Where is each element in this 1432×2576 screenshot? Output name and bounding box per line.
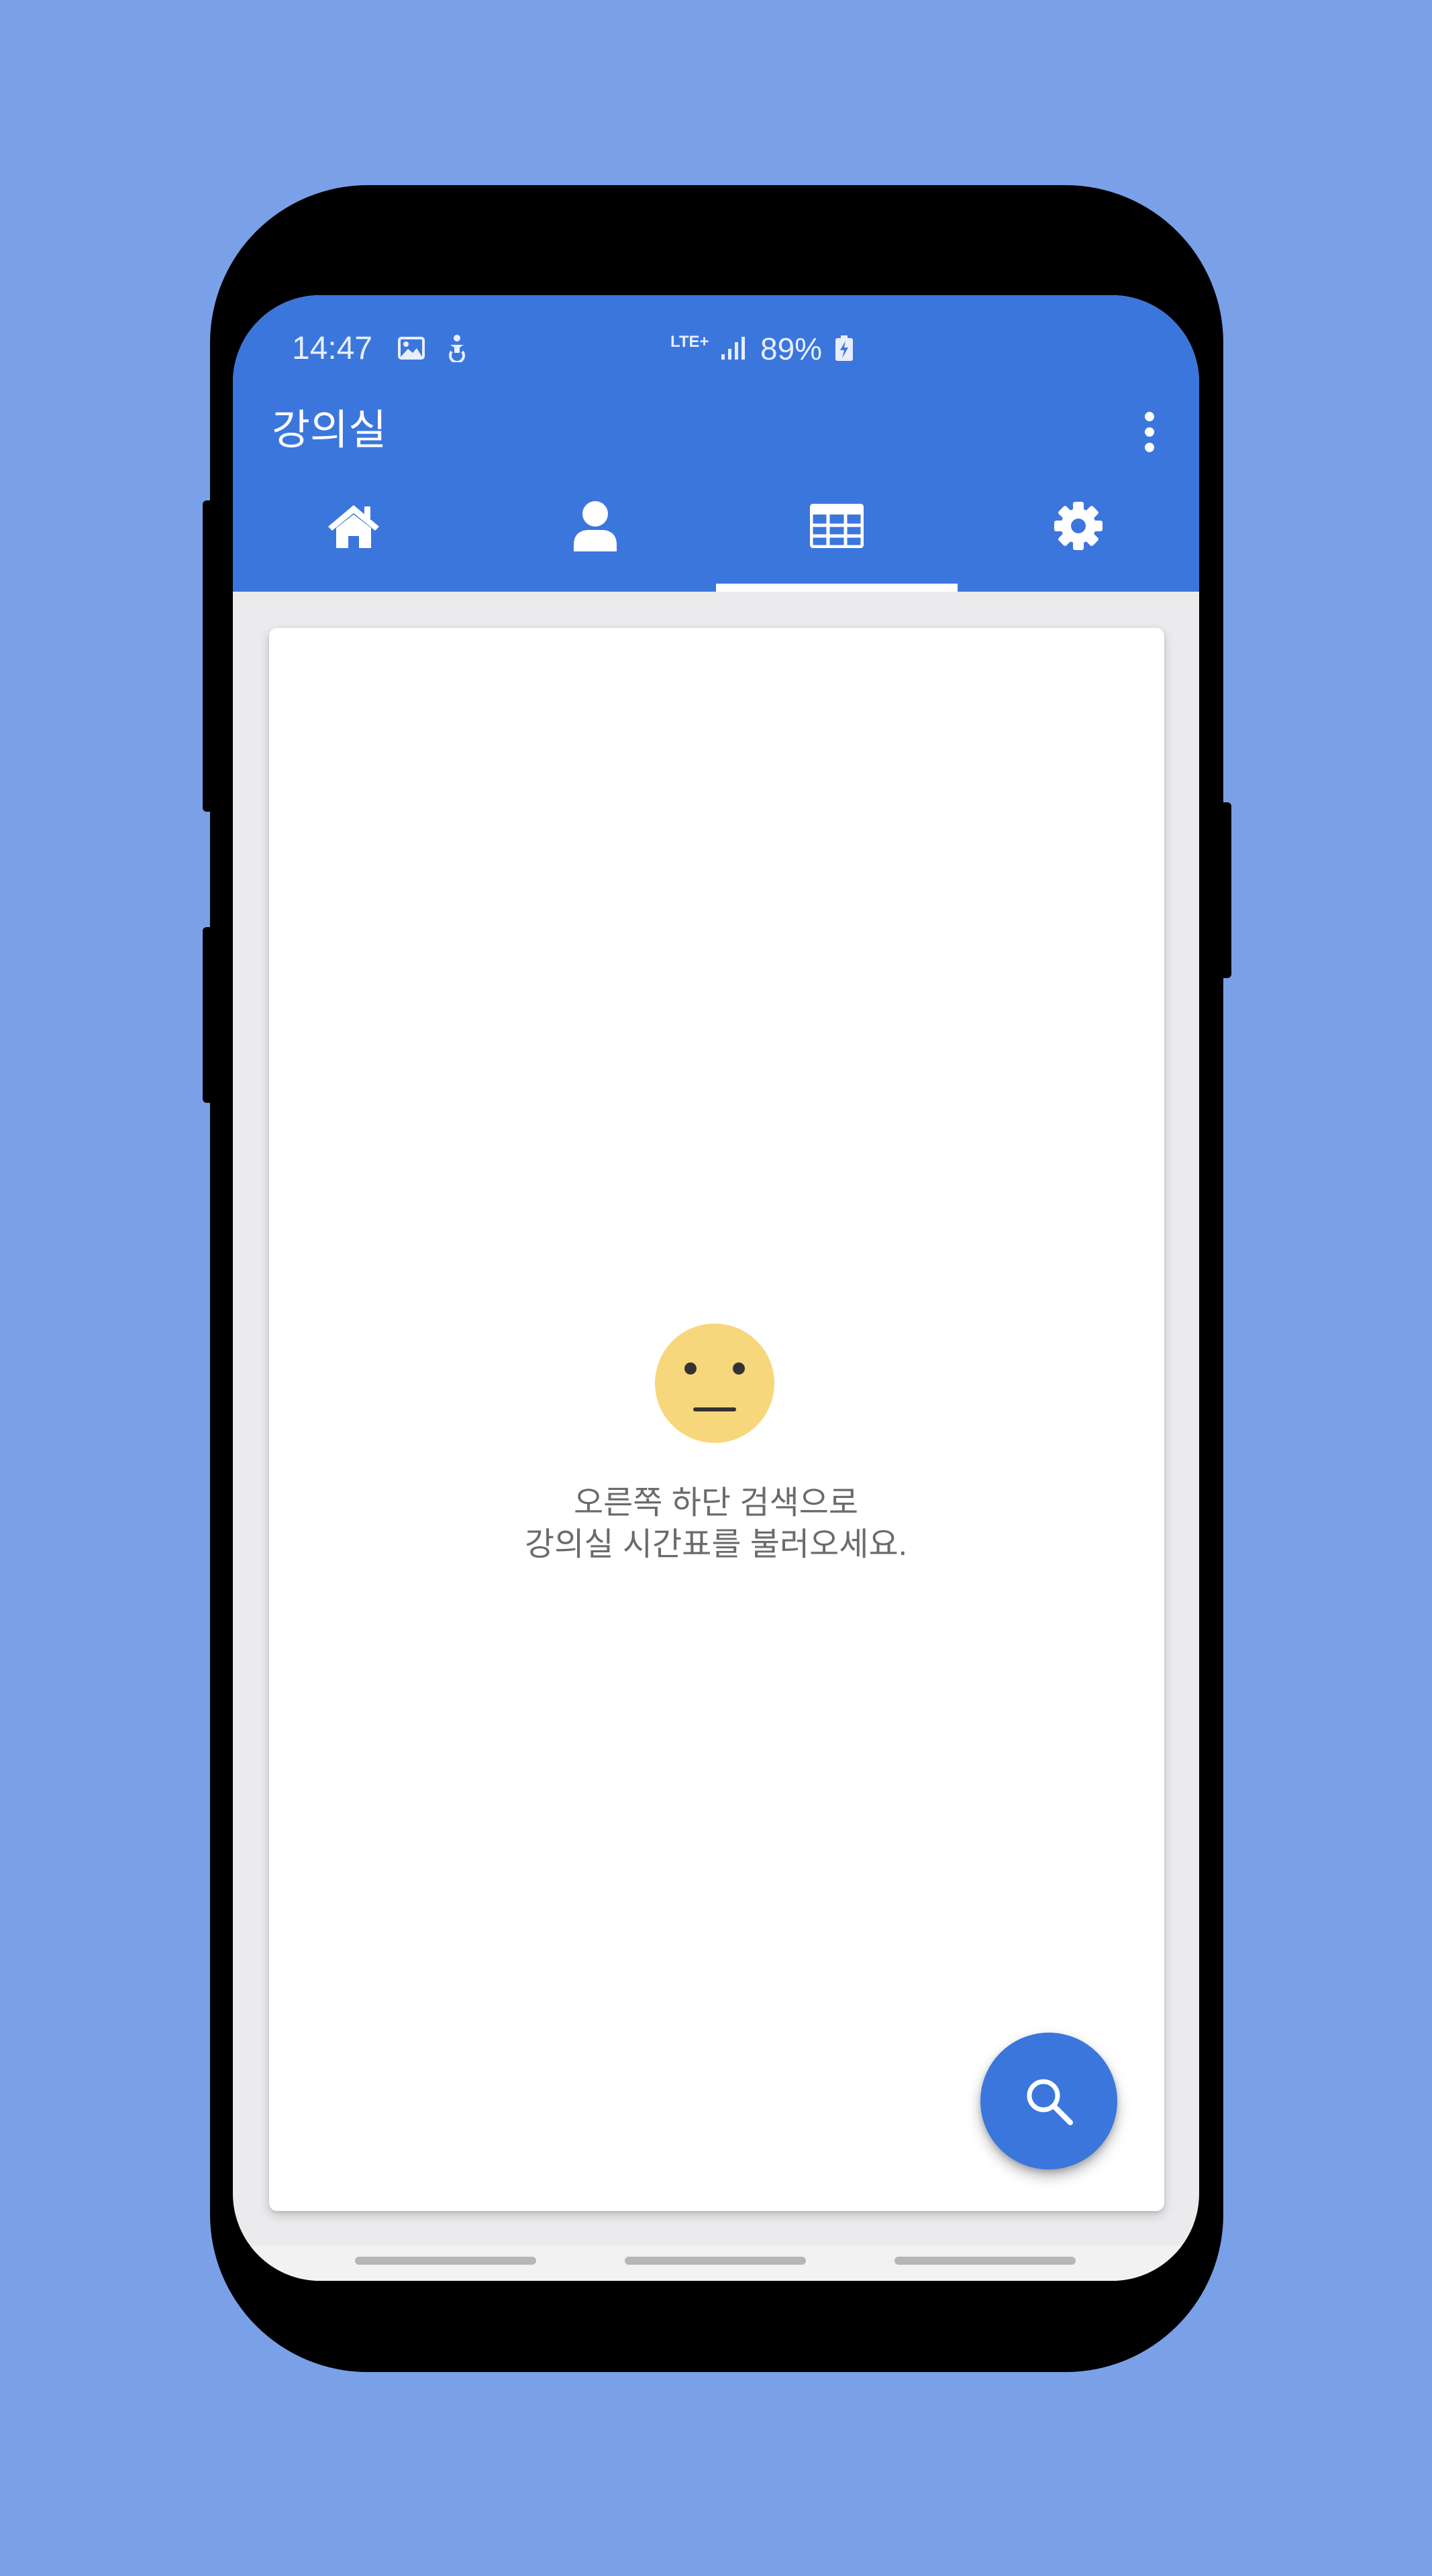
- signal-icon: [721, 337, 745, 360]
- empty-state-line-1: 오른쪽 하단 검색으로: [573, 1485, 859, 1521]
- tab-indicator: [716, 584, 958, 592]
- phone-screen: 14:47 LTE+ 89% 강의실 오른쪽 하단 검색으로 강의실 시간표를 …: [233, 295, 1199, 2281]
- status-time: 14:47: [292, 331, 373, 366]
- nav-handle-left[interactable]: [355, 2257, 536, 2265]
- app-bar: 14:47 LTE+ 89% 강의실: [233, 295, 1199, 592]
- tab-home[interactable]: [233, 484, 474, 592]
- empty-state-line-2: 강의실 시간표를 불러오세요.: [525, 1527, 907, 1562]
- table-icon: [810, 504, 864, 548]
- search-fab[interactable]: [980, 2033, 1117, 2169]
- tab-timetable[interactable]: [716, 484, 958, 592]
- person-icon: [574, 501, 617, 551]
- gesture-nav-bar: [233, 2246, 1199, 2281]
- status-bar: 14:47 LTE+ 89%: [233, 295, 1199, 402]
- tab-profile[interactable]: [474, 484, 716, 592]
- battery-percent: 89%: [760, 331, 823, 366]
- tab-bar: [233, 484, 1199, 592]
- more-vert-icon[interactable]: [1129, 408, 1170, 456]
- nav-handle-right[interactable]: [894, 2257, 1076, 2265]
- gear-icon: [1054, 502, 1103, 550]
- search-icon: [1027, 2079, 1073, 2125]
- lte-indicator: LTE+: [670, 333, 709, 351]
- empty-state-message: 오른쪽 하단 검색으로 강의실 시간표를 불러오세요.: [233, 1483, 1199, 1566]
- battery-charging-icon: [835, 335, 853, 361]
- neutral-face-icon: [655, 1324, 774, 1443]
- accessibility-icon: [449, 335, 465, 362]
- home-icon: [328, 505, 379, 548]
- nav-handle-center[interactable]: [625, 2257, 806, 2265]
- tab-settings[interactable]: [958, 484, 1199, 592]
- image-icon: [398, 337, 425, 360]
- page-title: 강의실: [272, 407, 387, 453]
